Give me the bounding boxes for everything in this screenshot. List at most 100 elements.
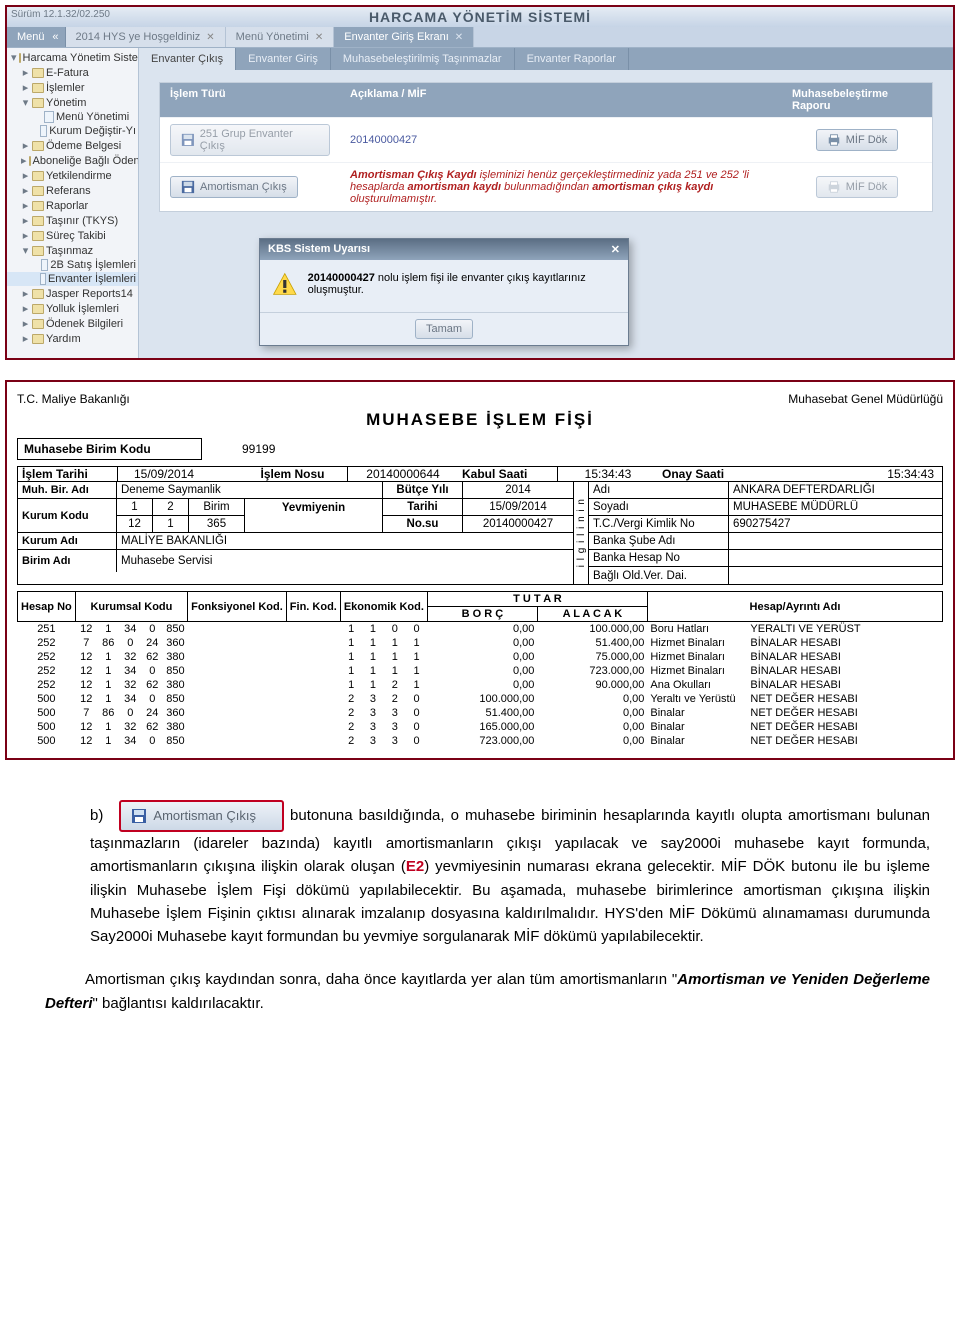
sidebar-item-label: Ödenek Bilgileri <box>46 318 123 330</box>
close-icon[interactable]: ✕ <box>611 243 620 256</box>
folder-icon <box>32 334 44 344</box>
sidebar-item-label: Harcama Yönetim Sisten <box>23 52 139 64</box>
sidebar-item-label: Ödeme Belgesi <box>46 140 121 152</box>
sidebar-item-label: Yolluk İşlemleri <box>46 303 119 315</box>
sidebar-item-label: Taşınır (TKYS) <box>46 215 118 227</box>
btn-amortisman-cikis[interactable]: Amortisman Çıkış <box>170 176 298 198</box>
sidebar-item-label: E-Fatura <box>46 67 89 79</box>
menubar-tab[interactable]: Envanter Giriş Ekranı✕ <box>334 27 474 47</box>
row0-desc: 20140000427 <box>340 128 782 152</box>
sidebar-item-label: Süreç Takibi <box>46 230 106 242</box>
col-aciklama: Açıklama / MİF <box>340 83 782 117</box>
save-icon <box>131 808 147 824</box>
kbs-modal: KBS Sistem Uyarısı ✕ 20140000427 nolu iş… <box>259 238 629 346</box>
close-icon[interactable]: ✕ <box>455 32 463 43</box>
btn-251-envanter-cikis[interactable]: 251 Grup Envanter Çıkış <box>170 124 330 156</box>
subtab[interactable]: Envanter Raporlar <box>515 48 629 70</box>
hys-app-window: Sürüm 12.1.32/02.250 HARCAMA YÖNETİM SİS… <box>5 5 955 360</box>
paragraph-b: b) Amortisman Çıkış butonuna basıldığınd… <box>90 800 930 948</box>
sidebar-item-label: Taşınmaz <box>46 245 93 257</box>
sidebar-item[interactable]: ▸Yolluk İşlemleri <box>7 301 138 316</box>
menubar: Menü 2014 HYS ye Hoşgeldiniz✕Menü Yöneti… <box>7 27 953 48</box>
sidebar-item[interactable]: Menü Yönetimi <box>7 110 138 124</box>
menubar-tab[interactable]: Menü Yönetimi✕ <box>226 27 335 47</box>
sidebar-item[interactable]: ▾Taşınmaz <box>7 243 138 258</box>
folder-icon <box>32 319 44 329</box>
page-icon <box>40 125 47 137</box>
table-row: 252121326238011210,0090.000,00Ana Okulla… <box>18 678 943 692</box>
btn-mif-dok-0[interactable]: MİF Dök <box>816 129 899 151</box>
sidebar-item[interactable]: ▾Harcama Yönetim Sisten <box>7 50 138 65</box>
sidebar-item[interactable]: ▸Raporlar <box>7 198 138 213</box>
ministry-label: T.C. Maliye Bakanlığı <box>17 392 130 406</box>
close-icon[interactable]: ✕ <box>315 32 323 43</box>
folder-icon <box>32 216 44 226</box>
sidebar-item[interactable]: ▾Yönetim <box>7 95 138 110</box>
titlebar: Sürüm 12.1.32/02.250 HARCAMA YÖNETİM SİS… <box>7 7 953 27</box>
sidebar: ▾Harcama Yönetim Sisten▸E-Fatura▸İşlemle… <box>7 48 139 358</box>
table-row: 25212134085011110,00723.000,00Hizmet Bin… <box>18 664 943 678</box>
transactions-table: Hesap No Kurumsal Kodu Fonksiyonel Kod. … <box>17 591 943 748</box>
paragraph-footer: Amortisman çıkış kaydından sonra, daha ö… <box>45 968 930 1015</box>
table-row: 25278602436011110,0051.400,00Hizmet Bina… <box>18 636 943 650</box>
save-icon <box>181 133 195 147</box>
page-icon <box>44 111 54 123</box>
bullet-b: b) <box>90 804 103 827</box>
sidebar-item[interactable]: 2B Satış İşlemleri <box>7 258 138 272</box>
unit-code-value: 99199 <box>242 442 275 456</box>
sidebar-item-label: Envanter İşlemleri <box>48 273 136 285</box>
sidebar-item[interactable]: ▸Ödenek Bilgileri <box>7 316 138 331</box>
sidebar-item[interactable]: ▸İşlemler <box>7 80 138 95</box>
table-row: 50012132623802330165.000,000,00BinalarNE… <box>18 720 943 734</box>
sidebar-item[interactable]: ▸E-Fatura <box>7 65 138 80</box>
folder-icon <box>32 289 44 299</box>
row1-desc: Amortisman Çıkış Kaydı işleminizi henüz … <box>340 163 782 211</box>
table-row: 5001213408502330723.000,000,00BinalarNET… <box>18 734 943 748</box>
save-icon <box>181 180 195 194</box>
btn-mif-dok-1[interactable]: MİF Dök <box>816 176 899 198</box>
sidebar-item[interactable]: ▸Yardım <box>7 331 138 346</box>
sidebar-item-label: Aboneliğe Bağlı Öden <box>33 155 139 167</box>
dept-label: Muhasebat Genel Müdürlüğü <box>788 392 943 406</box>
sidebar-item[interactable]: ▸Süreç Takibi <box>7 228 138 243</box>
modal-ok-button[interactable]: Tamam <box>415 319 473 339</box>
table-row: 500786024360233051.400,000,00BinalarNET … <box>18 706 943 720</box>
sidebar-item[interactable]: ▸Taşınır (TKYS) <box>7 213 138 228</box>
sidebar-item[interactable]: Kurum Değiştir-Yı <box>7 124 138 138</box>
subtab[interactable]: Envanter Giriş <box>236 48 331 70</box>
folder-icon <box>32 83 44 93</box>
folder-icon <box>19 53 21 63</box>
subtab[interactable]: Muhasebeleştirilmiş Taşınmazlar <box>331 48 515 70</box>
sidebar-item-label: Raporlar <box>46 200 88 212</box>
doc-title: MUHASEBE İŞLEM FİŞİ <box>17 410 943 430</box>
workspace: ▾Harcama Yönetim Sisten▸E-Fatura▸İşlemle… <box>7 48 953 358</box>
folder-icon <box>32 186 44 196</box>
subtab[interactable]: Envanter Çıkış <box>139 48 236 70</box>
btn-label: 251 Grup Envanter Çıkış <box>200 128 319 152</box>
mif-document: T.C. Maliye Bakanlığı Muhasebat Genel Mü… <box>5 380 955 760</box>
col-rapor: Muhasebeleştirme Raporu <box>782 83 932 117</box>
app-title: HARCAMA YÖNETİM SİSTEMİ <box>369 9 591 25</box>
sidebar-item-label: Referans <box>46 185 91 197</box>
folder-icon <box>32 201 44 211</box>
menubar-tab[interactable]: 2014 HYS ye Hoşgeldiniz✕ <box>66 27 226 47</box>
table-row: 25112134085011000,00100.000,00Boru Hatla… <box>18 622 943 637</box>
sidebar-item-label: Kurum Değiştir-Yı <box>49 125 136 137</box>
amortisman-cikis-button-inline[interactable]: Amortisman Çıkış <box>119 800 284 832</box>
modal-body: 20140000427 nolu işlem fişi ile envanter… <box>308 272 616 296</box>
sidebar-item[interactable]: ▸Jasper Reports14 <box>7 286 138 301</box>
sidebar-item[interactable]: ▸Aboneliğe Bağlı Öden <box>7 153 138 168</box>
warning-icon <box>272 272 298 300</box>
table-row: 252121326238011110,0075.000,00Hizmet Bin… <box>18 650 943 664</box>
sidebar-item[interactable]: ▸Ödeme Belgesi <box>7 138 138 153</box>
subtabs: Envanter ÇıkışEnvanter GirişMuhasebeleşt… <box>139 48 953 70</box>
folder-icon <box>32 68 44 78</box>
btn-label: Amortisman Çıkış <box>200 181 287 193</box>
menu-button[interactable]: Menü <box>7 27 66 47</box>
close-icon[interactable]: ✕ <box>206 32 214 43</box>
sidebar-item[interactable]: ▸Yetkilendirme <box>7 168 138 183</box>
sidebar-item[interactable]: Envanter İşlemleri <box>7 272 138 286</box>
unit-code-label: Muhasebe Birim Kodu <box>17 438 202 460</box>
sidebar-item[interactable]: ▸Referans <box>7 183 138 198</box>
folder-icon <box>32 141 44 151</box>
